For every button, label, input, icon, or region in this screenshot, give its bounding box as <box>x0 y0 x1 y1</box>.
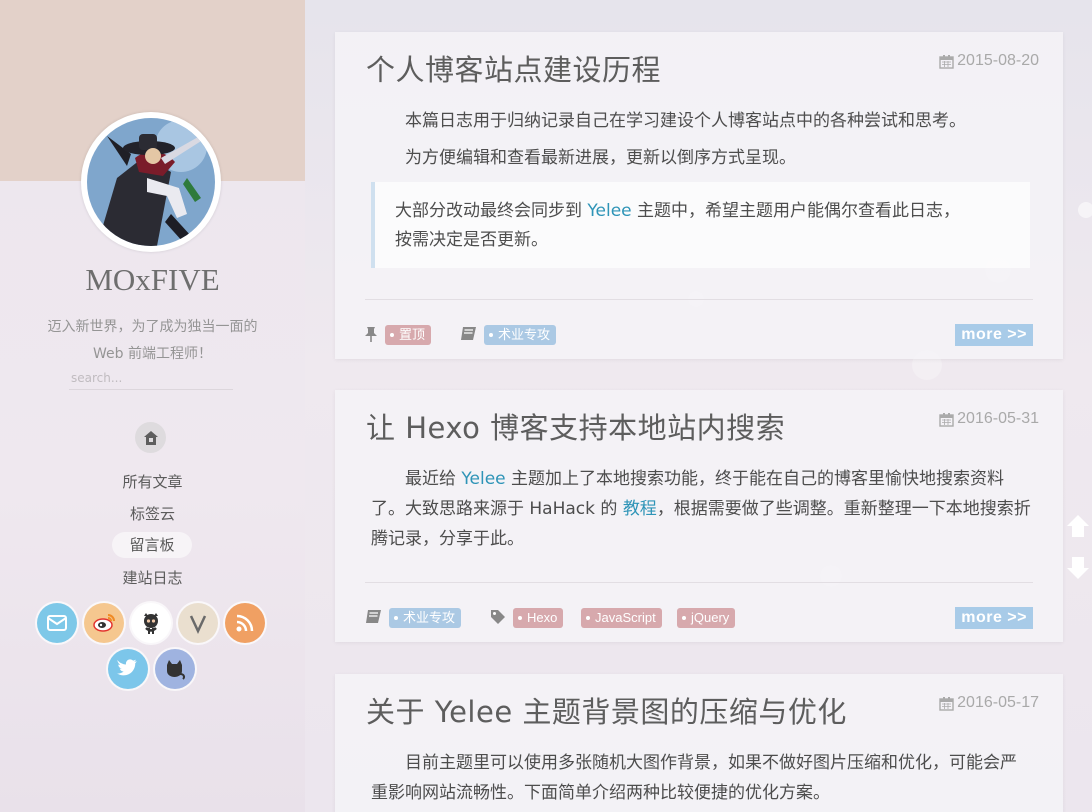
post-date-text: 2015-08-20 <box>957 52 1039 69</box>
search-input[interactable] <box>69 369 233 390</box>
divider <box>365 299 1033 300</box>
arrow-up-icon <box>1067 515 1089 537</box>
nav-tag-cloud[interactable]: 标签云 <box>0 503 305 524</box>
tag-hexo[interactable]: Hexo <box>513 608 564 628</box>
divider <box>365 582 1033 583</box>
twitter-link[interactable] <box>108 649 148 689</box>
tag-javascript[interactable]: JavaScript <box>581 608 662 628</box>
post-card: 关于 Yelee 主题背景图的压缩与优化 2016-05-17 目前主题里可以使… <box>335 674 1063 812</box>
home-icon <box>143 430 158 445</box>
post-excerpt: 目前主题里可以使用多张随机大图作背景，如果不做好图片压缩和优化，可能会严重影响网… <box>371 753 1017 803</box>
yelee-link[interactable]: Yelee <box>587 201 631 221</box>
post-date: 2016-05-31 <box>939 410 1039 428</box>
tag-icon <box>490 609 506 624</box>
nav-all-posts[interactable]: 所有文章 <box>0 471 305 492</box>
v2ex-link[interactable] <box>178 603 218 643</box>
category-tag[interactable]: 术业专攻 <box>389 608 462 628</box>
bokeh-dot <box>1078 202 1092 218</box>
calendar-icon <box>939 54 954 69</box>
tutorial-link[interactable]: 教程 <box>623 499 657 519</box>
twitter-icon <box>117 659 137 676</box>
excerpt-text: 最近给 <box>405 469 462 489</box>
post-date-text: 2016-05-31 <box>957 410 1039 427</box>
site-description-line: Web 前端工程师！ <box>93 346 212 362</box>
post-date-text: 2016-05-17 <box>957 694 1039 711</box>
post-date: 2015-08-20 <box>939 52 1039 70</box>
sidebar: MOxFIVE 迈入新世界，为了成为独当一面的 Web 前端工程师！ 所有文章 … <box>0 0 305 812</box>
cat-link[interactable] <box>155 649 195 689</box>
pin-icon <box>364 326 378 342</box>
mail-icon <box>47 615 67 631</box>
nav-guestbook[interactable]: 留言板 <box>112 532 192 558</box>
post-excerpt: 最近给 Yelee 主题加上了本地搜索功能，终于能在自己的博客里愉快地搜索资料了… <box>371 464 1031 554</box>
github-icon <box>144 613 158 634</box>
site-description: 迈入新世界，为了成为独当一面的 Web 前端工程师！ <box>0 314 305 368</box>
tag-pinned[interactable]: 置顶 <box>385 325 432 345</box>
tag-jquery[interactable]: jQuery <box>677 608 736 628</box>
book-icon <box>365 609 382 624</box>
post-excerpt: 为方便编辑和查看最新进展，更新以倒序方式呈现。 <box>405 148 796 168</box>
arrow-down-icon <box>1067 557 1089 579</box>
blockquote-text: 大部分改动最终会同步到 Yelee 主题中，希望主题用户能偶尔查看此日志， 按需决… <box>395 197 1010 255</box>
site-title[interactable]: MOxFIVE <box>0 262 305 298</box>
category-tag[interactable]: 术业专攻 <box>484 325 557 345</box>
post-excerpt: 本篇日志用于归纳记录自己在学习建设个人博客站点中的各种尝试和思考。 <box>405 111 966 131</box>
yelee-link[interactable]: Yelee <box>461 469 505 489</box>
post-card: 个人博客站点建设历程 2015-08-20 本篇日志用于归纳记录自己在学习建设个… <box>335 32 1063 359</box>
book-icon <box>460 326 477 341</box>
rss-icon <box>236 614 254 632</box>
post-card: 让 Hexo 博客支持本地站内搜索 2016-05-31 最近给 Yelee 主… <box>335 390 1063 642</box>
calendar-icon <box>939 412 954 427</box>
post-date: 2016-05-17 <box>939 694 1039 712</box>
post-title[interactable]: 让 Hexo 博客支持本地站内搜索 <box>366 405 785 447</box>
blockquote: 大部分改动最终会同步到 Yelee 主题中，希望主题用户能偶尔查看此日志， 按需决… <box>371 182 1030 268</box>
rss-link[interactable] <box>225 603 265 643</box>
weibo-icon <box>93 614 115 632</box>
site-description-line: 迈入新世界，为了成为独当一面的 <box>47 319 258 335</box>
scroll-top-button[interactable] <box>1064 512 1092 540</box>
avatar[interactable] <box>87 118 215 246</box>
quote-text: 主题中，希望主题用户能偶尔查看此日志， <box>631 201 961 221</box>
cat-icon <box>167 660 185 680</box>
nav-site-log[interactable]: 建站日志 <box>0 567 305 588</box>
post-title[interactable]: 个人博客站点建设历程 <box>366 47 661 89</box>
more-button[interactable]: more >> <box>955 324 1033 346</box>
mail-link[interactable] <box>37 603 77 643</box>
avatar-image <box>87 118 215 246</box>
more-button[interactable]: more >> <box>955 607 1033 629</box>
scroll-bottom-button[interactable] <box>1064 554 1092 582</box>
v2ex-icon <box>189 615 207 634</box>
github-link[interactable] <box>131 603 171 643</box>
quote-text: 大部分改动最终会同步到 <box>395 201 588 221</box>
quote-text: 按需决定是否更新。 <box>395 230 548 250</box>
calendar-icon <box>939 696 954 711</box>
weibo-link[interactable] <box>84 603 124 643</box>
home-button[interactable] <box>135 422 166 453</box>
post-title[interactable]: 关于 Yelee 主题背景图的压缩与优化 <box>366 689 847 731</box>
